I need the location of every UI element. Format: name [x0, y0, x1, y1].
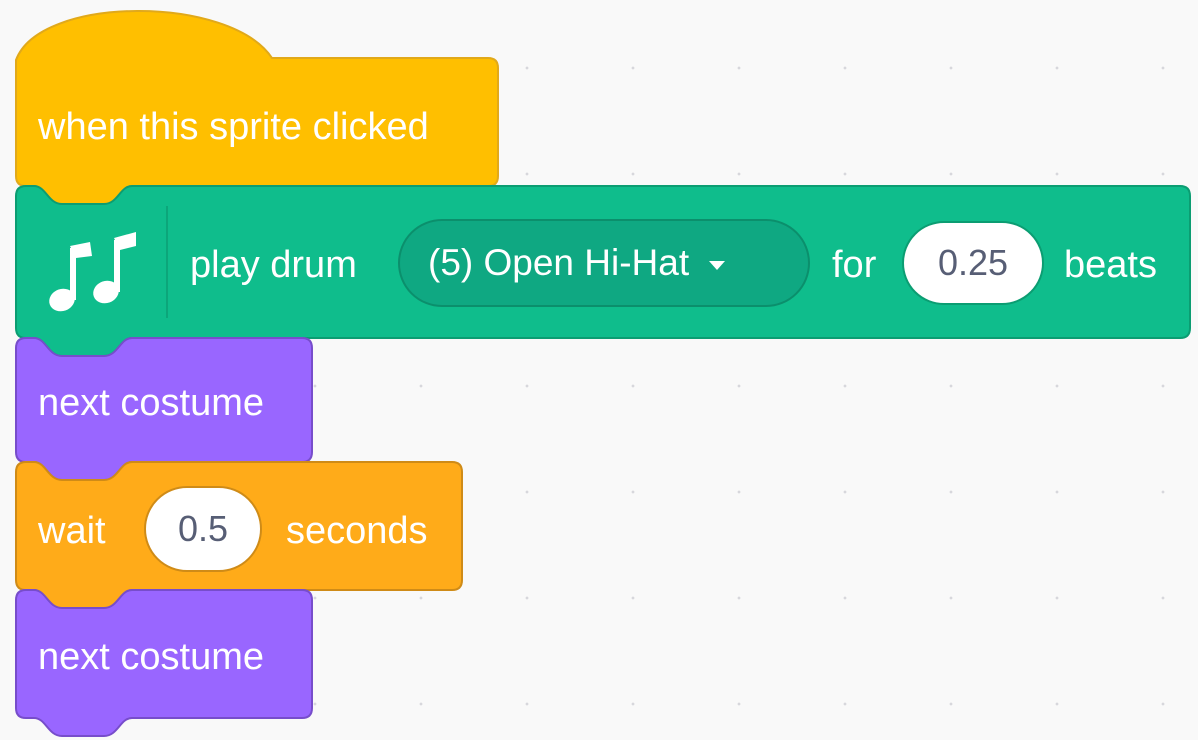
next-costume-label-2: next costume	[38, 636, 264, 678]
extension-divider	[166, 206, 168, 318]
beats-input[interactable]: 0.25	[902, 221, 1044, 305]
seconds-input[interactable]: 0.5	[144, 486, 262, 572]
code-workspace[interactable]: when this sprite clicked play drum (5) O…	[0, 0, 1198, 740]
music-notes-icon	[49, 232, 136, 312]
seconds-label: seconds	[286, 510, 428, 552]
drum-dropdown[interactable]: (5) Open Hi-Hat	[398, 219, 810, 307]
play-drum-label: play drum	[190, 244, 357, 286]
for-label: for	[832, 244, 877, 286]
dropdown-caret-icon	[709, 260, 726, 270]
beats-label: beats	[1064, 244, 1157, 286]
wait-label: wait	[38, 510, 106, 552]
hat-block-label: when this sprite clicked	[38, 106, 429, 148]
next-costume-label-1: next costume	[38, 382, 264, 424]
drum-dropdown-value: (5) Open Hi-Hat	[428, 242, 690, 283]
